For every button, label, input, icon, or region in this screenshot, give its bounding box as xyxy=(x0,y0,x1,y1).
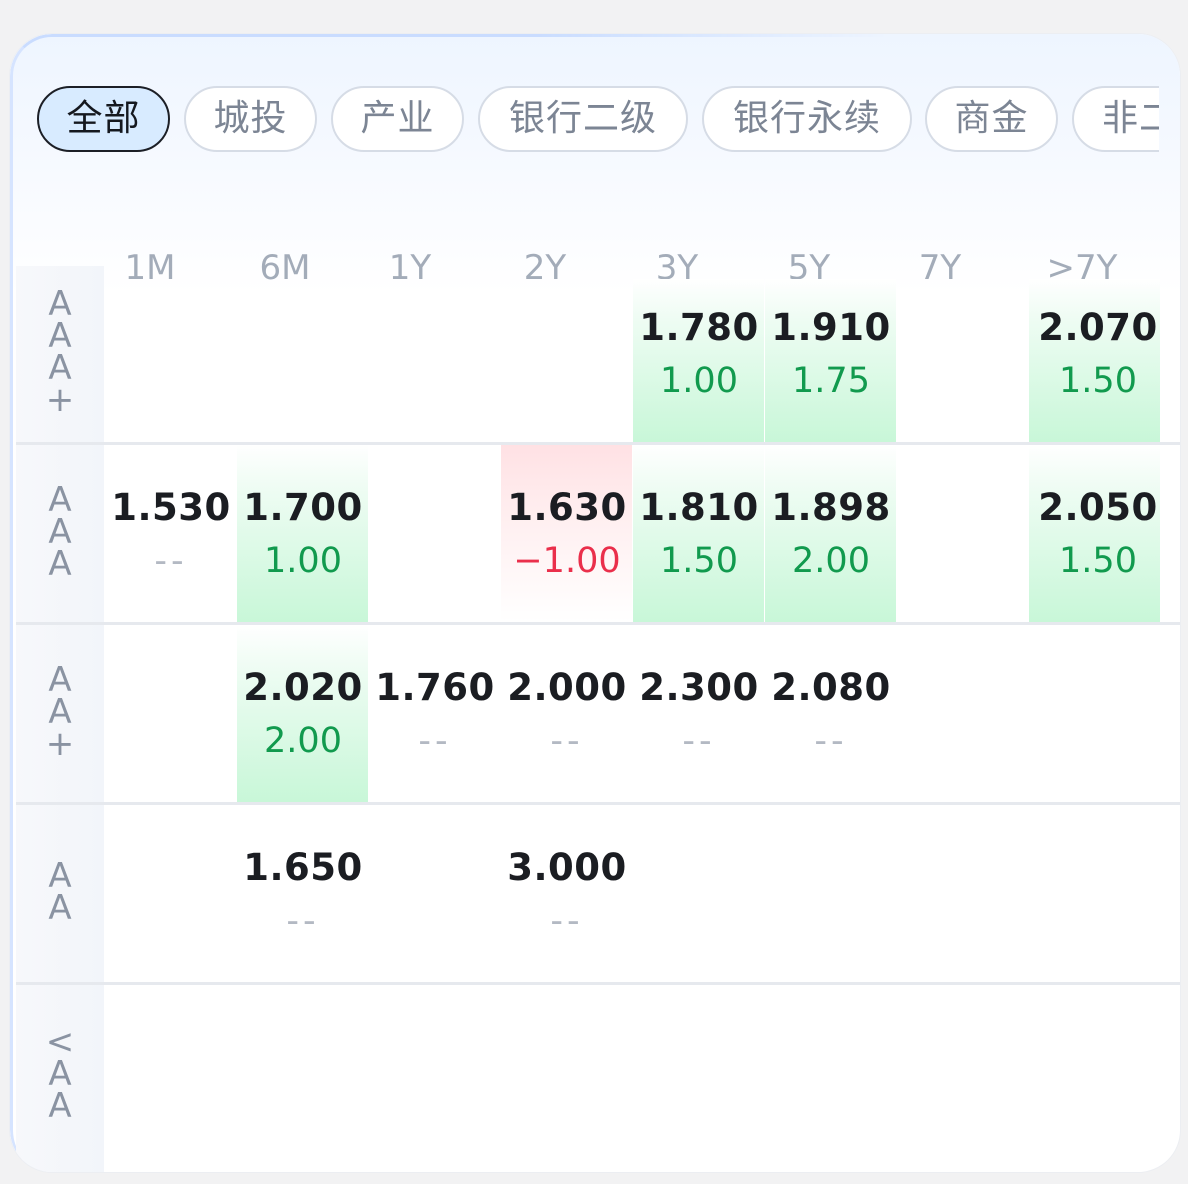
yield-cell[interactable]: 2.020 2.00 xyxy=(237,666,369,766)
row-divider xyxy=(16,442,1180,445)
rating-label-below-aa[interactable]: < A A xyxy=(16,1025,104,1123)
chip-all[interactable]: 全部 xyxy=(37,86,170,152)
yield-value: 2.080 xyxy=(771,666,891,709)
rating-label-aaa[interactable]: AAA xyxy=(16,483,104,581)
row-divider xyxy=(16,982,1180,985)
chip-feier[interactable]: 非二 xyxy=(1072,86,1159,152)
yield-value: 1.910 xyxy=(771,306,891,349)
yield-value: 1.700 xyxy=(243,486,363,529)
chip-bank-tier2[interactable]: 银行二级 xyxy=(478,86,688,152)
row-divider xyxy=(16,622,1180,625)
chip-shangjin[interactable]: 商金 xyxy=(925,86,1058,152)
yield-value: 2.020 xyxy=(243,666,363,709)
yield-change: 1.00 xyxy=(264,541,342,581)
yield-value: 1.810 xyxy=(639,486,759,529)
yield-change: -- xyxy=(814,721,848,761)
yield-cell[interactable]: 1.910 1.75 xyxy=(765,306,897,406)
tenor-header-2y[interactable]: 2Y xyxy=(479,246,611,290)
yield-change: -- xyxy=(550,901,584,941)
yield-change: -- xyxy=(418,721,452,761)
rating-label-aaa-plus[interactable]: A A A + xyxy=(16,287,104,417)
yield-change: -- xyxy=(154,541,188,581)
rating-label-aa[interactable]: AA xyxy=(16,859,104,925)
yield-change: 1.50 xyxy=(1059,361,1137,401)
yield-change: -- xyxy=(682,721,716,761)
yield-change: -- xyxy=(286,901,320,941)
row-divider xyxy=(16,802,1180,805)
yield-cell[interactable]: 1.810 1.50 xyxy=(633,486,765,586)
yield-cell[interactable]: 2.050 1.50 xyxy=(1032,486,1164,586)
yield-value: 1.650 xyxy=(243,846,363,889)
chip-chengtou[interactable]: 城投 xyxy=(184,86,317,152)
yield-change: 2.00 xyxy=(264,721,342,761)
yield-change: 1.50 xyxy=(1059,541,1137,581)
tenor-header-6m[interactable]: 6M xyxy=(219,246,351,290)
yield-value: 1.760 xyxy=(375,666,495,709)
filter-chip-row[interactable]: 全部 城投 产业 银行二级 银行永续 商金 非二 xyxy=(37,86,1159,156)
yield-value: 2.070 xyxy=(1038,306,1158,349)
chip-bank-perpetual[interactable]: 银行永续 xyxy=(702,86,912,152)
yield-cell[interactable]: 1.760 -- xyxy=(369,666,501,766)
yield-change: -- xyxy=(550,721,584,761)
yield-cell[interactable]: 1.530 -- xyxy=(105,486,237,586)
yield-change: −1.00 xyxy=(513,541,621,581)
yield-cell[interactable]: 1.630 −1.00 xyxy=(501,486,633,586)
yield-change: 1.50 xyxy=(660,541,738,581)
yield-value: 2.300 xyxy=(639,666,759,709)
yield-cell[interactable]: 3.000 -- xyxy=(501,846,633,946)
yield-value: 2.000 xyxy=(507,666,627,709)
yield-value: 1.780 xyxy=(639,306,759,349)
yield-change: 1.75 xyxy=(792,361,870,401)
yield-cell[interactable]: 1.650 -- xyxy=(237,846,369,946)
yield-change: 2.00 xyxy=(792,541,870,581)
yield-value: 3.000 xyxy=(507,846,627,889)
yield-cell[interactable]: 1.700 1.00 xyxy=(237,486,369,586)
rating-label-aa-plus[interactable]: A A + xyxy=(16,663,104,761)
yield-cell[interactable]: 2.080 -- xyxy=(765,666,897,766)
chip-chanye[interactable]: 产业 xyxy=(331,86,464,152)
yield-cell[interactable]: 2.000 -- xyxy=(501,666,633,766)
yield-cell[interactable]: 2.070 1.50 xyxy=(1032,306,1164,406)
yield-value: 1.530 xyxy=(111,486,231,529)
tenor-header-1m[interactable]: 1M xyxy=(84,246,216,290)
yield-matrix-card: 全部 城投 产业 银行二级 银行永续 商金 非二 1M 6M 1Y 2Y 3Y … xyxy=(10,34,1180,1172)
yield-cell[interactable]: 1.898 2.00 xyxy=(765,486,897,586)
yield-change: 1.00 xyxy=(660,361,738,401)
yield-value: 1.898 xyxy=(771,486,891,529)
yield-value: 2.050 xyxy=(1038,486,1158,529)
yield-cell[interactable]: 1.780 1.00 xyxy=(633,306,765,406)
yield-value: 1.630 xyxy=(507,486,627,529)
yield-cell[interactable]: 2.300 -- xyxy=(633,666,765,766)
tenor-header-1y[interactable]: 1Y xyxy=(344,246,476,290)
